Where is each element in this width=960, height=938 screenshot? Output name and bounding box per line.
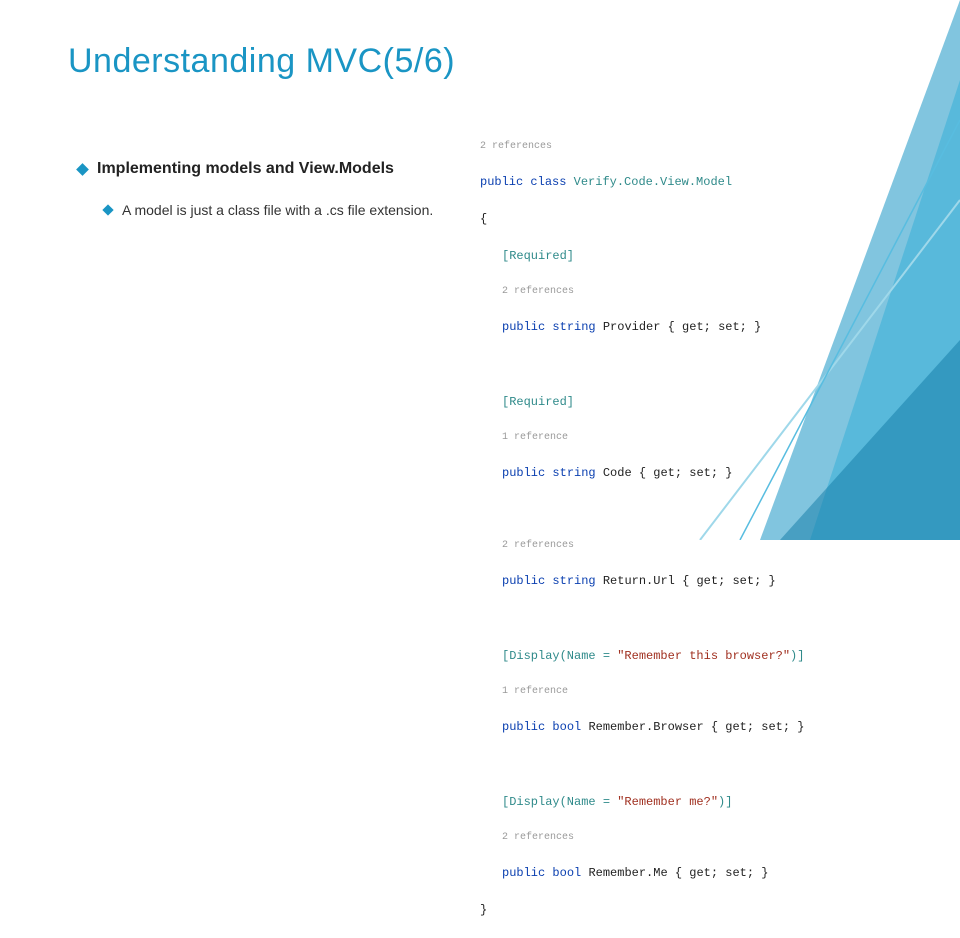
ref-count: 2 references (480, 284, 950, 300)
ref-count: 1 reference (480, 430, 950, 446)
ref-count: 2 references (480, 139, 950, 155)
bullet1-text: Implementing models and View.Models (97, 160, 394, 178)
bullet-level1: Implementing models and View.Models (78, 160, 478, 178)
ref-count: 2 references (480, 830, 950, 846)
code-snippet: 2 references public class Verify.Code.Vi… (480, 120, 950, 938)
diamond-icon (76, 163, 89, 176)
ref-count: 1 reference (480, 684, 950, 700)
slide-title: Understanding MVC(5/6) (68, 42, 455, 81)
bullet-list: Implementing models and View.Models A mo… (78, 160, 478, 218)
bullet2-text: A model is just a class file with a .cs … (122, 202, 433, 218)
diamond-icon (102, 204, 113, 215)
attr-required: [Required] (480, 393, 950, 412)
ref-count: 2 references (480, 538, 950, 554)
bullet-level2: A model is just a class file with a .cs … (104, 202, 478, 218)
attr-required: [Required] (480, 247, 950, 266)
